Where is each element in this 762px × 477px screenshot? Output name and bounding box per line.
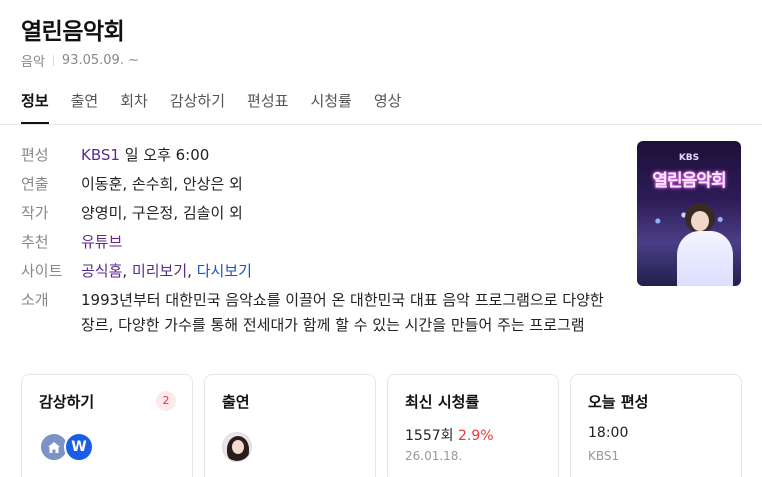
info-row-schedule: 편성 KBS1 일 오후 6:00 <box>21 141 621 170</box>
director-names: 이동훈, 손수희, 안상은 외 <box>81 175 243 193</box>
info-row-intro: 소개 1993년부터 대한민국 음악쇼를 이끌어 온 대한민국 대표 음악 프로… <box>21 286 621 338</box>
info-row-director: 연출 이동훈, 손수희, 안상은 외 <box>21 170 621 199</box>
card-title: 최신 시청률 <box>405 393 480 411</box>
tab-ratings[interactable]: 시청률 <box>310 90 351 124</box>
today-schedule-card[interactable]: 오늘 편성 18:00 KBS1 <box>570 374 742 477</box>
info-value: 공식홈, 미리보기, 다시보기 <box>81 257 252 286</box>
replay-link[interactable]: 다시보기 <box>197 262 252 280</box>
broadcast-period: 93.05.09. ~ <box>61 53 139 68</box>
host-dress <box>677 231 733 286</box>
summary-cards: 감상하기 2 W 출연 최신 시청률 1557회 2.9% 26.01.18. … <box>21 374 742 477</box>
tab-episodes[interactable]: 회차 <box>120 90 148 124</box>
count-badge: 2 <box>156 391 176 411</box>
page-title: 열린음악회 <box>21 19 125 45</box>
info-value: KBS1 일 오후 6:00 <box>81 141 209 170</box>
info-label: 편성 <box>21 146 49 164</box>
tab-cast[interactable]: 출연 <box>71 90 99 124</box>
preview-link[interactable]: 미리보기 <box>132 262 187 280</box>
channel-link[interactable]: KBS1 <box>81 146 120 164</box>
info-value: 유튜브 <box>81 228 122 257</box>
rating-percent: 2.9% <box>457 428 494 444</box>
kbs-logo: KBS <box>678 153 700 163</box>
info-row-writer: 작가 양영미, 구은정, 김솔이 외 <box>21 199 621 228</box>
wavve-icon[interactable]: W <box>64 432 94 462</box>
rating-value: 1557회 2.9% <box>405 425 494 445</box>
info-label: 소개 <box>21 291 49 309</box>
tab-schedule[interactable]: 편성표 <box>247 90 288 124</box>
info-label: 연출 <box>21 175 49 193</box>
watch-card[interactable]: 감상하기 2 W <box>21 374 193 477</box>
intro-text: 1993년부터 대한민국 음악쇼를 이끌어 온 대한민국 대표 음악 프로그램으… <box>81 291 604 334</box>
info-row-recommend: 추천 유튜브 <box>21 228 621 257</box>
info-label: 사이트 <box>21 262 63 280</box>
avatar[interactable] <box>222 432 252 462</box>
rating-date: 26.01.18. <box>405 449 463 463</box>
youtube-link[interactable]: 유튜브 <box>81 233 122 251</box>
genre-label[interactable]: 음악 <box>21 51 45 70</box>
official-site-link[interactable]: 공식홈 <box>81 262 122 280</box>
card-title: 출연 <box>222 393 250 411</box>
broadcast-channel: KBS1 <box>588 449 620 463</box>
info-row-site: 사이트 공식홈, 미리보기, 다시보기 <box>21 257 621 286</box>
info-label: 작가 <box>21 204 49 222</box>
rating-card[interactable]: 최신 시청률 1557회 2.9% 26.01.18. <box>387 374 559 477</box>
info-label: 추천 <box>21 233 49 251</box>
program-meta: 음악 93.05.09. ~ <box>21 51 139 70</box>
tab-watch[interactable]: 감상하기 <box>170 90 225 124</box>
episode-number: 1557회 <box>405 428 454 444</box>
writer-names: 양영미, 구은정, 김솔이 외 <box>81 204 243 222</box>
avatar-face <box>232 440 244 454</box>
card-title: 오늘 편성 <box>588 393 649 411</box>
tab-divider <box>0 124 762 125</box>
separator: , <box>187 262 197 280</box>
tab-info[interactable]: 정보 <box>21 90 49 124</box>
separator: , <box>122 262 132 280</box>
host-face <box>691 211 709 231</box>
cast-card[interactable]: 출연 <box>204 374 376 477</box>
tab-videos[interactable]: 영상 <box>374 90 402 124</box>
card-title: 감상하기 <box>39 393 95 411</box>
program-poster[interactable]: KBS 열린음악회 <box>637 141 741 286</box>
broadcast-time: 18:00 <box>588 425 629 441</box>
platform-icons: W <box>39 432 94 462</box>
divider <box>52 55 54 66</box>
program-logo: 열린음악회 <box>652 171 726 191</box>
tab-bar: 정보 출연 회차 감상하기 편성표 시청률 영상 <box>21 90 423 124</box>
schedule-time: 일 오후 6:00 <box>119 146 210 164</box>
program-info: 편성 KBS1 일 오후 6:00 연출 이동훈, 손수희, 안상은 외 작가 … <box>21 141 621 338</box>
